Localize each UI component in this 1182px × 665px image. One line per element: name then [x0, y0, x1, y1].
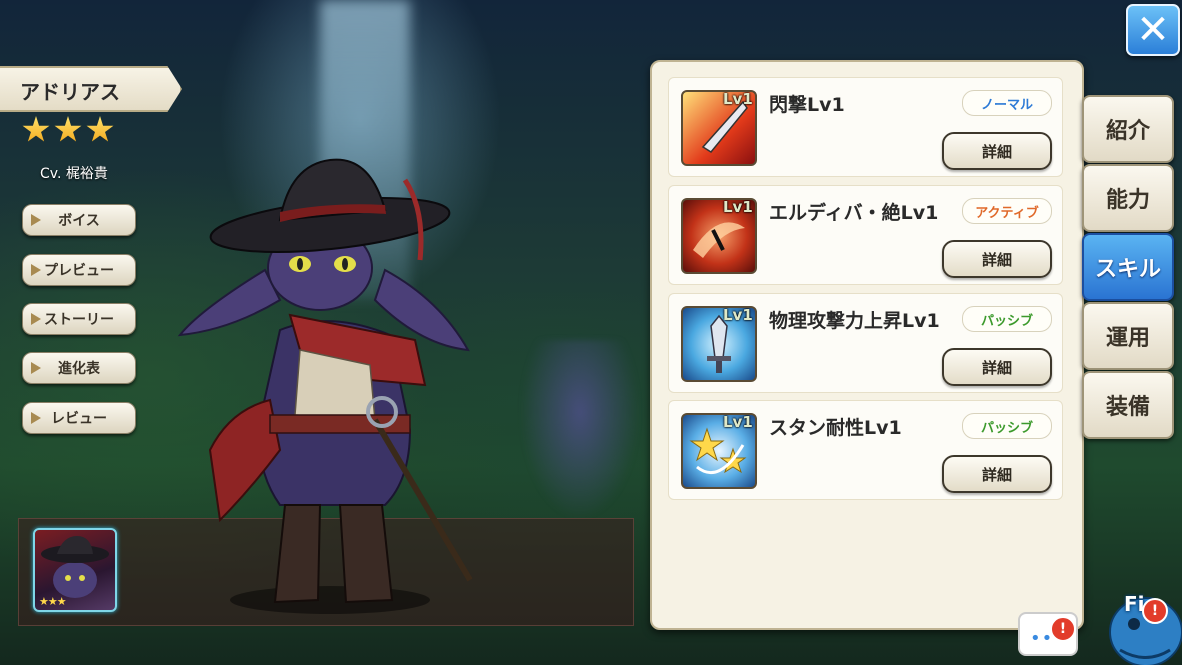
close-button[interactable]: ✕	[1126, 4, 1180, 56]
tab-introduction[interactable]: 紹介	[1082, 95, 1174, 163]
character-model	[177, 158, 473, 614]
skill-name: スタン耐性Lv1	[769, 417, 902, 439]
skill-detail-button[interactable]: 詳細	[942, 132, 1052, 170]
character-name-plate: アドリアス	[0, 66, 182, 112]
sword-slash-icon[interactable]: Lv1	[681, 90, 757, 166]
arrow-icon	[31, 264, 41, 276]
arrow-icon	[31, 412, 41, 424]
skill-detail-button[interactable]: 詳細	[942, 240, 1052, 278]
skill-card: Lv1 エルディバ・絶Lv1 アクティブ 詳細	[668, 185, 1063, 285]
close-icon: ✕	[1136, 7, 1170, 53]
skill-name: 物理攻撃力上昇Lv1	[769, 310, 940, 332]
skill-name: 閃撃Lv1	[769, 94, 845, 116]
star-icon	[22, 116, 50, 142]
skill-level: Lv1	[723, 306, 753, 324]
voice-button[interactable]: ボイス	[22, 204, 136, 236]
sword-up-icon[interactable]: Lv1	[681, 306, 757, 382]
stars-icon[interactable]: Lv1	[681, 413, 757, 489]
preview-button-label: プレビュー	[44, 263, 114, 279]
skill-card: Lv1 閃撃Lv1 ノーマル 詳細	[668, 77, 1063, 177]
background-figure	[520, 340, 640, 520]
rarity-stars	[22, 116, 114, 144]
story-button[interactable]: ストーリー	[22, 303, 136, 335]
character-name: アドリアス	[20, 80, 120, 104]
story-button-label: ストーリー	[44, 312, 114, 328]
skill-name: エルディバ・絶Lv1	[769, 202, 939, 224]
character-thumbnail[interactable]: ★★★	[33, 528, 117, 612]
tab-operation[interactable]: 運用	[1082, 302, 1174, 370]
skill-detail-button[interactable]: 詳細	[942, 455, 1052, 493]
skill-type-badge: アクティブ	[962, 198, 1052, 224]
evolution-chart-button-label: 進化表	[58, 361, 100, 377]
arrow-icon	[31, 362, 41, 374]
chat-alert-icon: !	[1050, 616, 1076, 642]
star-icon	[54, 116, 82, 142]
voice-actor: Cv. 梶裕貴	[40, 166, 108, 182]
skill-type-badge: パッシブ	[962, 413, 1052, 439]
review-button-label: レビュー	[51, 411, 107, 427]
review-button[interactable]: レビュー	[22, 402, 136, 434]
skill-level: Lv1	[723, 198, 753, 216]
fire-strike-icon[interactable]: Lv1	[681, 198, 757, 274]
tab-ability[interactable]: 能力	[1082, 164, 1174, 232]
skill-type-badge: パッシブ	[962, 306, 1052, 332]
skill-detail-button[interactable]: 詳細	[942, 348, 1052, 386]
thumbnail-stars: ★★★	[39, 595, 67, 608]
skill-type-badge: ノーマル	[962, 90, 1052, 116]
tab-skill[interactable]: スキル	[1082, 233, 1174, 301]
skill-level: Lv1	[723, 413, 753, 431]
field-alert-icon: !	[1142, 598, 1168, 624]
tab-equipment[interactable]: 装備	[1082, 371, 1174, 439]
arrow-icon	[31, 214, 41, 226]
skill-level: Lv1	[723, 90, 753, 108]
preview-button[interactable]: プレビュー	[22, 254, 136, 286]
voice-button-label: ボイス	[58, 213, 100, 229]
star-icon	[86, 116, 114, 142]
game-screen: アドリアス Cv. 梶裕貴 ボイス プレビュー ストーリー 進化表 レビュー ★…	[0, 0, 1182, 665]
evolution-chart-button[interactable]: 進化表	[22, 352, 136, 384]
skill-card: Lv1 物理攻撃力上昇Lv1 パッシブ 詳細	[668, 293, 1063, 393]
arrow-icon	[31, 313, 41, 325]
skill-card: Lv1 スタン耐性Lv1 パッシブ 詳細	[668, 400, 1063, 500]
